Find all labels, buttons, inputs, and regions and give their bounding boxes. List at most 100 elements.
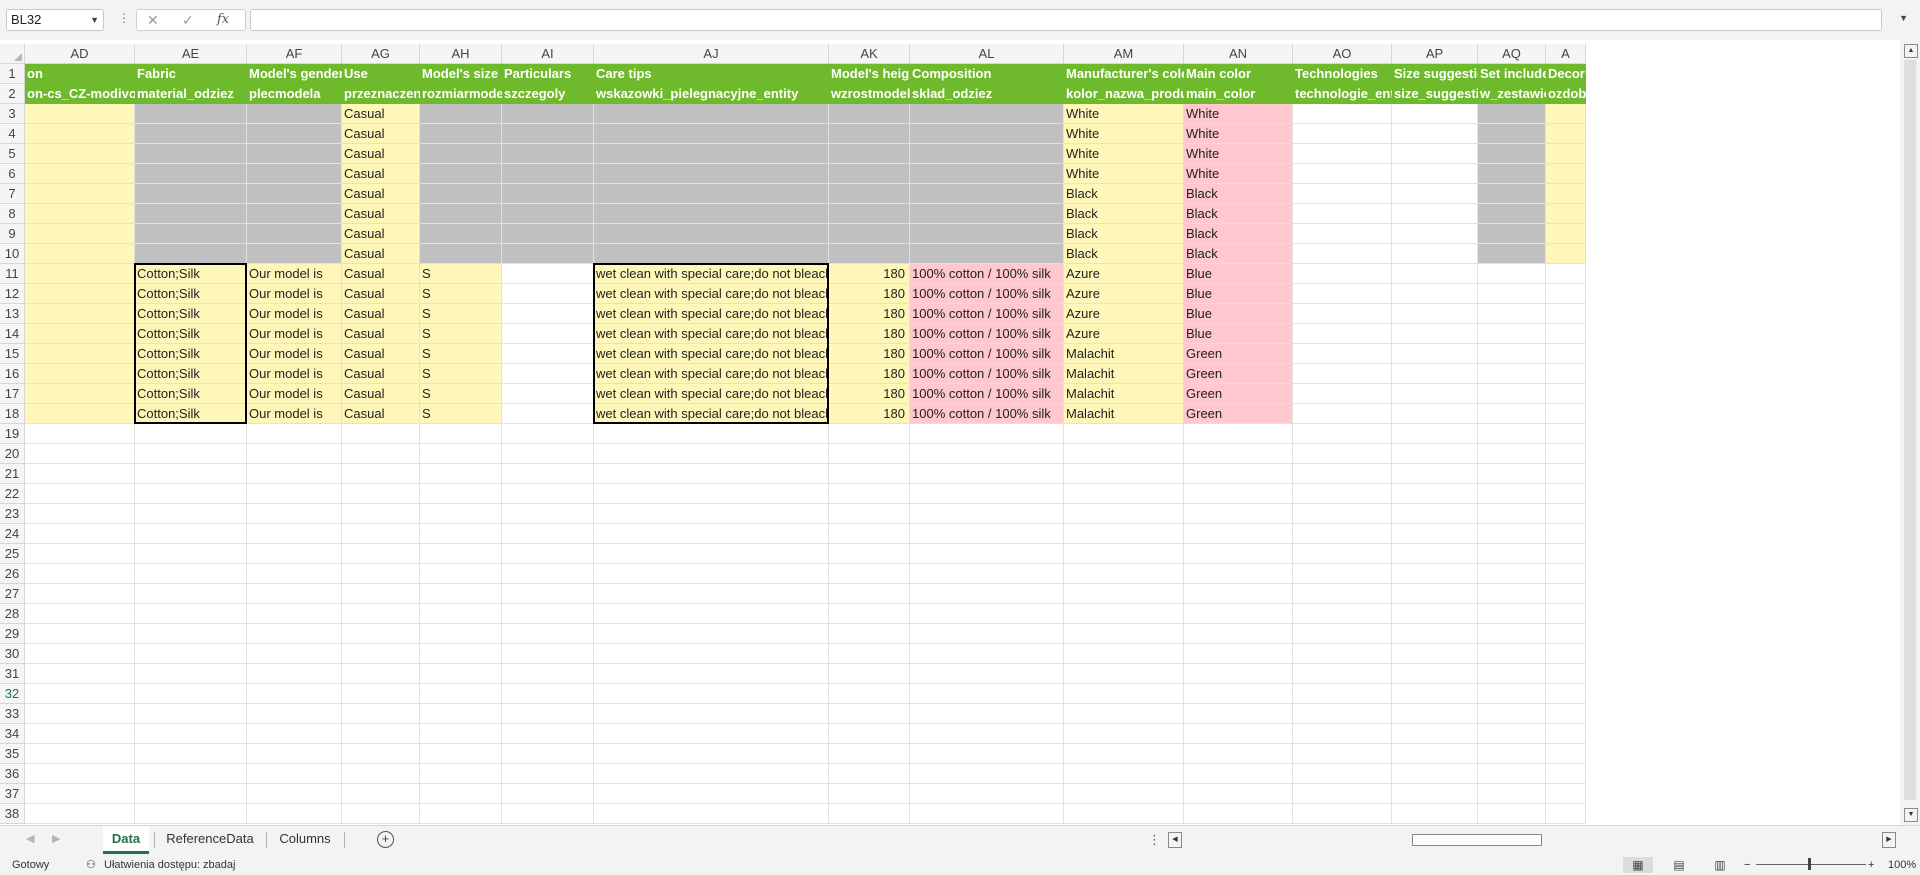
cell-ae19[interactable] (135, 424, 247, 444)
zoom-level[interactable]: 100% (1888, 855, 1916, 875)
cell-ar33[interactable] (1546, 704, 1586, 724)
header-cell-am1[interactable]: Manufacturer's color (1064, 64, 1194, 84)
cell-ai16[interactable] (502, 364, 594, 384)
cell-an11[interactable]: Blue (1184, 264, 1293, 284)
cell-ad32[interactable] (25, 684, 135, 704)
row-header[interactable]: 4 (0, 124, 25, 144)
cell-aq8[interactable] (1478, 204, 1546, 224)
cell-aq14[interactable] (1478, 324, 1546, 344)
cell-al13[interactable]: 100% cotton / 100% silk (910, 304, 1064, 324)
cell-ap30[interactable] (1392, 644, 1478, 664)
cell-ak13[interactable]: 180 (829, 304, 910, 324)
cell-ae34[interactable] (135, 724, 247, 744)
cell-al12[interactable]: 100% cotton / 100% silk (910, 284, 1064, 304)
cell-an12[interactable]: Blue (1184, 284, 1293, 304)
cell-aj4[interactable] (594, 124, 829, 144)
cell-aq27[interactable] (1478, 584, 1546, 604)
cell-ak25[interactable] (829, 544, 910, 564)
cell-ae31[interactable] (135, 664, 247, 684)
cell-ak34[interactable] (829, 724, 910, 744)
cell-ah29[interactable] (420, 624, 502, 644)
cell-ak27[interactable] (829, 584, 910, 604)
cell-al22[interactable] (910, 484, 1064, 504)
cell-ai38[interactable] (502, 804, 594, 824)
cell-ar4[interactable] (1546, 124, 1586, 144)
cell-ao13[interactable] (1293, 304, 1392, 324)
cell-ae38[interactable] (135, 804, 247, 824)
cell-ae7[interactable] (135, 184, 247, 204)
row-header[interactable]: 33 (0, 704, 25, 724)
cell-am13[interactable]: Azure (1064, 304, 1184, 324)
cell-aq23[interactable] (1478, 504, 1546, 524)
cell-al23[interactable] (910, 504, 1064, 524)
row-header[interactable]: 14 (0, 324, 25, 344)
cell-aq21[interactable] (1478, 464, 1546, 484)
cell-ar3[interactable] (1546, 104, 1586, 124)
header-cell-ag2[interactable]: przeznaczenie (342, 84, 432, 104)
row-header[interactable]: 26 (0, 564, 25, 584)
cell-ae33[interactable] (135, 704, 247, 724)
cell-an8[interactable]: Black (1184, 204, 1293, 224)
cell-ad3[interactable] (25, 104, 135, 124)
cell-ae25[interactable] (135, 544, 247, 564)
cell-am10[interactable]: Black (1064, 244, 1184, 264)
cell-ag32[interactable] (342, 684, 420, 704)
cell-ak3[interactable] (829, 104, 910, 124)
cell-ah28[interactable] (420, 604, 502, 624)
row-header[interactable]: 36 (0, 764, 25, 784)
cell-aj19[interactable] (594, 424, 829, 444)
cell-ap7[interactable] (1392, 184, 1478, 204)
cell-ag5[interactable]: Casual (342, 144, 420, 164)
cell-ah8[interactable] (420, 204, 502, 224)
cell-ak17[interactable]: 180 (829, 384, 910, 404)
cell-ap24[interactable] (1392, 524, 1478, 544)
cell-ag27[interactable] (342, 584, 420, 604)
cell-af33[interactable] (247, 704, 342, 724)
cell-ad19[interactable] (25, 424, 135, 444)
cell-ap22[interactable] (1392, 484, 1478, 504)
header-cell-ai2[interactable]: szczegoly (502, 84, 594, 104)
cell-ak28[interactable] (829, 604, 910, 624)
cell-am15[interactable]: Malachit (1064, 344, 1184, 364)
cell-ar12[interactable] (1546, 284, 1586, 304)
cell-am4[interactable]: White (1064, 124, 1184, 144)
accessibility-icon[interactable]: ⚇ (86, 855, 96, 875)
cell-ah16[interactable]: S (420, 364, 502, 384)
cell-ah22[interactable] (420, 484, 502, 504)
plus-circle-icon[interactable]: + (377, 831, 394, 848)
cell-ad6[interactable] (25, 164, 135, 184)
header-cell-aj1[interactable]: Care tips (594, 64, 829, 84)
cell-ap18[interactable] (1392, 404, 1478, 424)
cell-ah3[interactable] (420, 104, 502, 124)
cell-ar19[interactable] (1546, 424, 1586, 444)
cell-ar8[interactable] (1546, 204, 1586, 224)
cell-ao27[interactable] (1293, 584, 1392, 604)
cell-ai17[interactable] (502, 384, 594, 404)
cell-am26[interactable] (1064, 564, 1184, 584)
header-cell-aj2[interactable]: wskazowki_pielegnacyjne_entity (594, 84, 829, 104)
cell-al8[interactable] (910, 204, 1064, 224)
page-break-preview-icon[interactable]: ▥ (1705, 857, 1735, 873)
cell-af15[interactable]: Our model is (247, 344, 342, 364)
row-header[interactable]: 16 (0, 364, 25, 384)
cell-an13[interactable]: Blue (1184, 304, 1293, 324)
header-cell-ap2[interactable]: size_suggestion (1392, 84, 1495, 104)
cell-ai34[interactable] (502, 724, 594, 744)
zoom-slider-thumb[interactable] (1808, 858, 1811, 870)
cell-al4[interactable] (910, 124, 1064, 144)
cell-ai36[interactable] (502, 764, 594, 784)
header-cell-ad2[interactable]: on-cs_CZ-modivo (25, 84, 137, 104)
cell-af10[interactable] (247, 244, 342, 264)
header-cell-aq1[interactable]: Set includes (1478, 64, 1557, 84)
cell-ai23[interactable] (502, 504, 594, 524)
cell-ad37[interactable] (25, 784, 135, 804)
cell-ar30[interactable] (1546, 644, 1586, 664)
cell-ag14[interactable]: Casual (342, 324, 420, 344)
cell-ad10[interactable] (25, 244, 135, 264)
cell-am7[interactable]: Black (1064, 184, 1184, 204)
row-header[interactable]: 32 (0, 684, 25, 704)
cell-af14[interactable]: Our model is (247, 324, 342, 344)
cell-aq9[interactable] (1478, 224, 1546, 244)
column-header[interactable]: AQ (1478, 44, 1546, 64)
cell-aq11[interactable] (1478, 264, 1546, 284)
